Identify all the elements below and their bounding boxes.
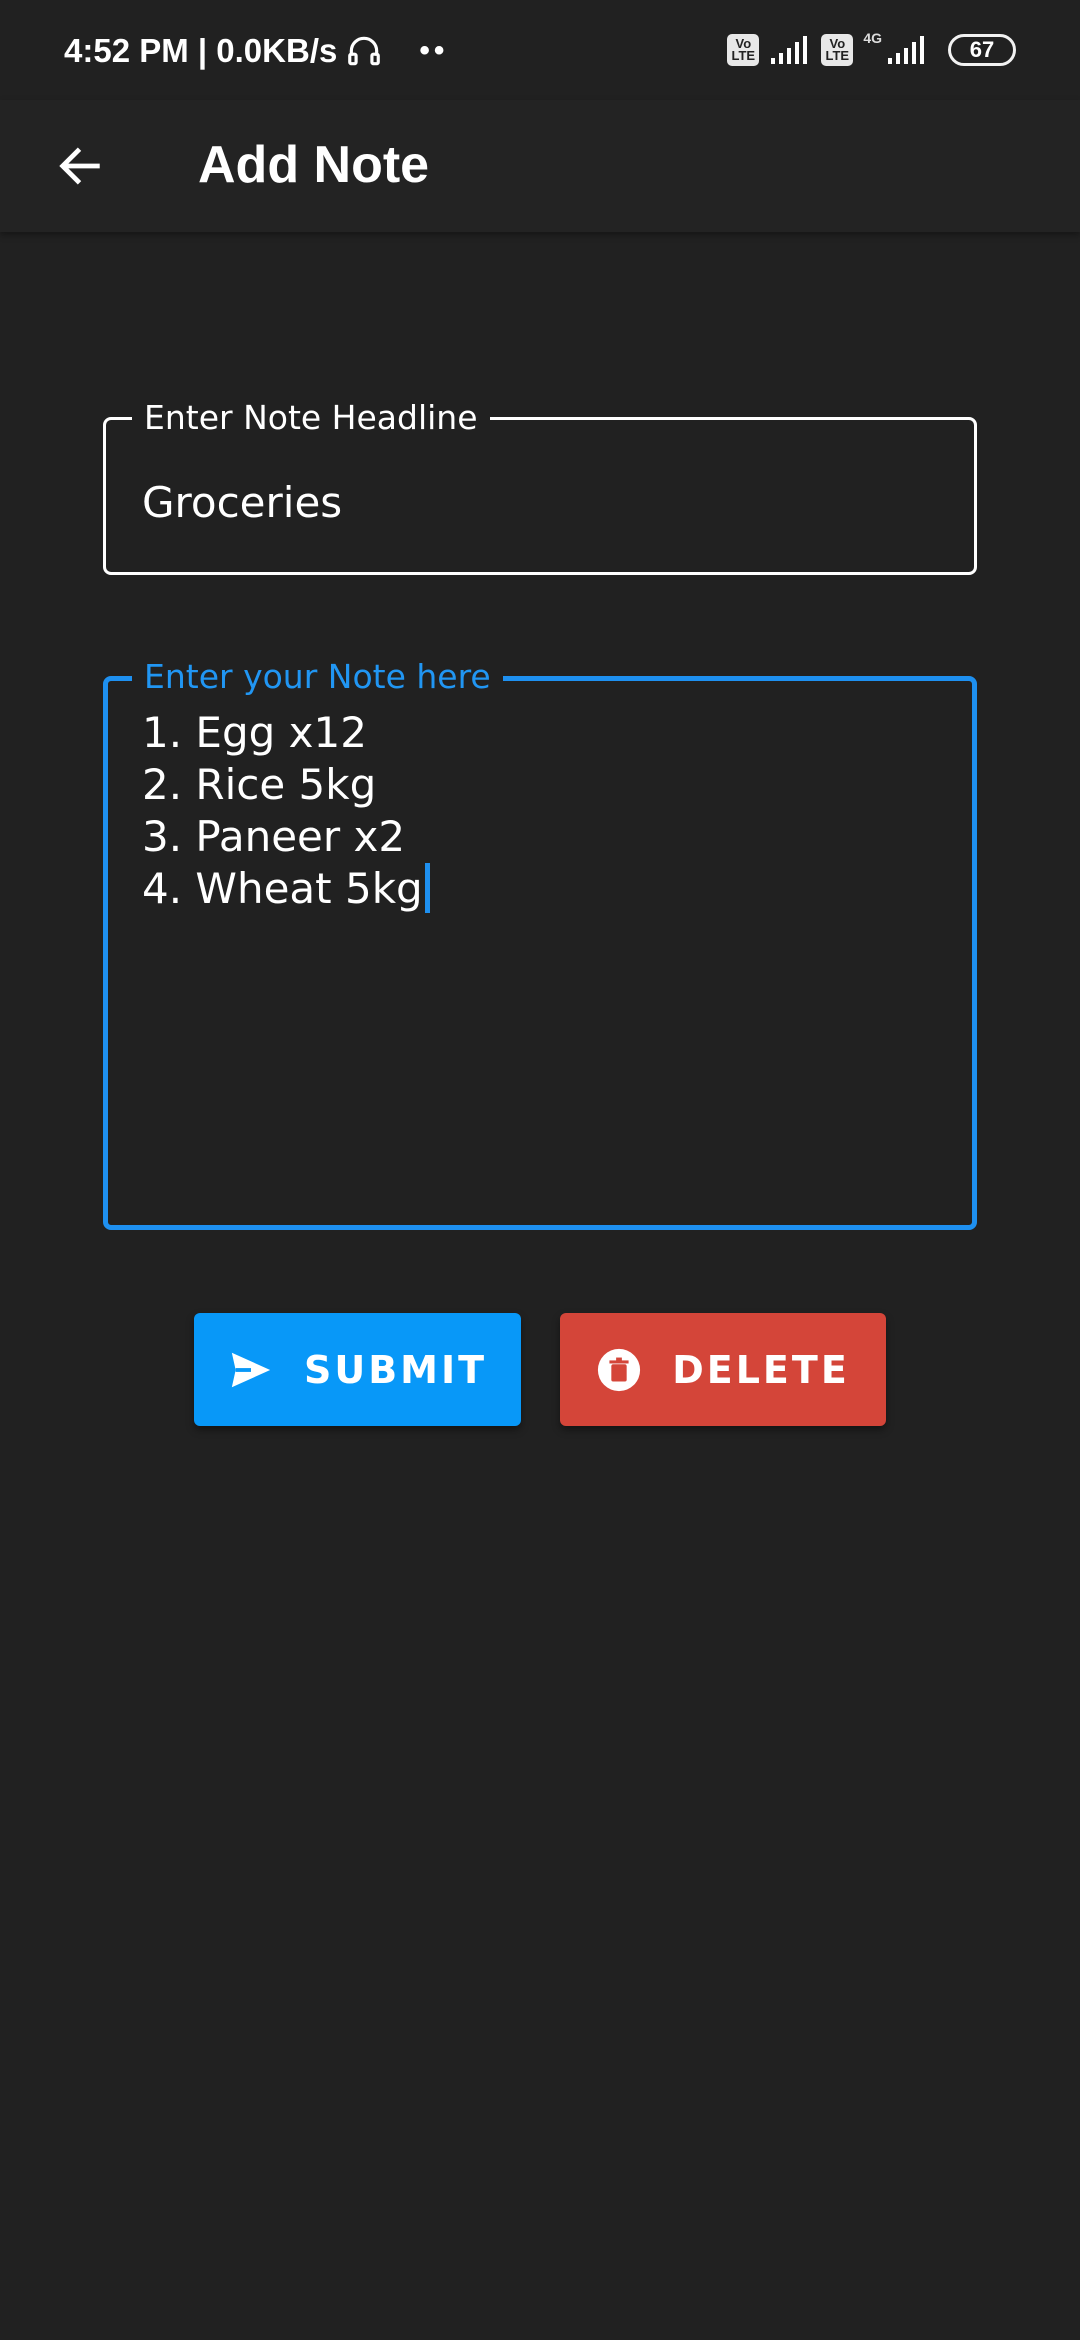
note-textarea[interactable]: 1. Egg x12 2. Rice 5kg 3. Paneer x2 4. W…	[142, 707, 942, 915]
status-time-speed: 4:52 PM | 0.0KB/s	[64, 32, 338, 69]
status-bar: 4:52 PM | 0.0KB/s •• Vo LTE Vo LTE 4G 67	[0, 0, 1080, 100]
signal-icon	[771, 36, 808, 64]
note-field[interactable]: Enter your Note here 1. Egg x12 2. Rice …	[103, 657, 977, 1230]
network-type: 4G	[863, 30, 882, 46]
note-line: 2. Rice 5kg	[142, 760, 377, 809]
volte-icon: Vo LTE	[821, 34, 854, 66]
notification-dots: ••	[419, 34, 449, 67]
battery-level: 67	[969, 37, 995, 62]
back-button[interactable]	[40, 126, 120, 206]
delete-button[interactable]: DELETE	[560, 1313, 886, 1426]
note-line-last-text: 4. Wheat 5kg	[142, 864, 423, 913]
volte-icon: Vo LTE	[727, 34, 760, 66]
note-line-last: 4. Wheat 5kg	[142, 863, 942, 915]
submit-button[interactable]: SUBMIT	[194, 1313, 521, 1426]
signal-icon	[888, 36, 924, 64]
volte-label-1: Vo LTE	[731, 36, 756, 63]
note-line: 3. Paneer x2	[142, 812, 406, 861]
headline-field-label: Enter Note Headline	[132, 398, 490, 438]
headset-icon	[348, 36, 381, 66]
note-field-label: Enter your Note here	[132, 657, 503, 697]
status-right: Vo LTE Vo LTE 4G 67	[727, 30, 1016, 70]
trash-icon	[598, 1348, 641, 1391]
app-bar: Add Note	[0, 100, 1080, 232]
volte-label-2: Vo LTE	[825, 36, 850, 63]
status-left: 4:52 PM | 0.0KB/s ••	[64, 26, 448, 76]
send-icon	[231, 1352, 271, 1387]
note-line: 1. Egg x12	[142, 708, 367, 757]
text-cursor	[424, 863, 430, 913]
page-title: Add Note	[198, 136, 430, 194]
arrow-left-icon	[59, 147, 100, 185]
submit-label: SUBMIT	[303, 1347, 488, 1392]
battery-icon: 67	[948, 34, 1016, 66]
delete-label: DELETE	[672, 1347, 850, 1392]
headline-input[interactable]	[142, 474, 942, 530]
headline-field[interactable]: Enter Note Headline	[103, 398, 977, 575]
